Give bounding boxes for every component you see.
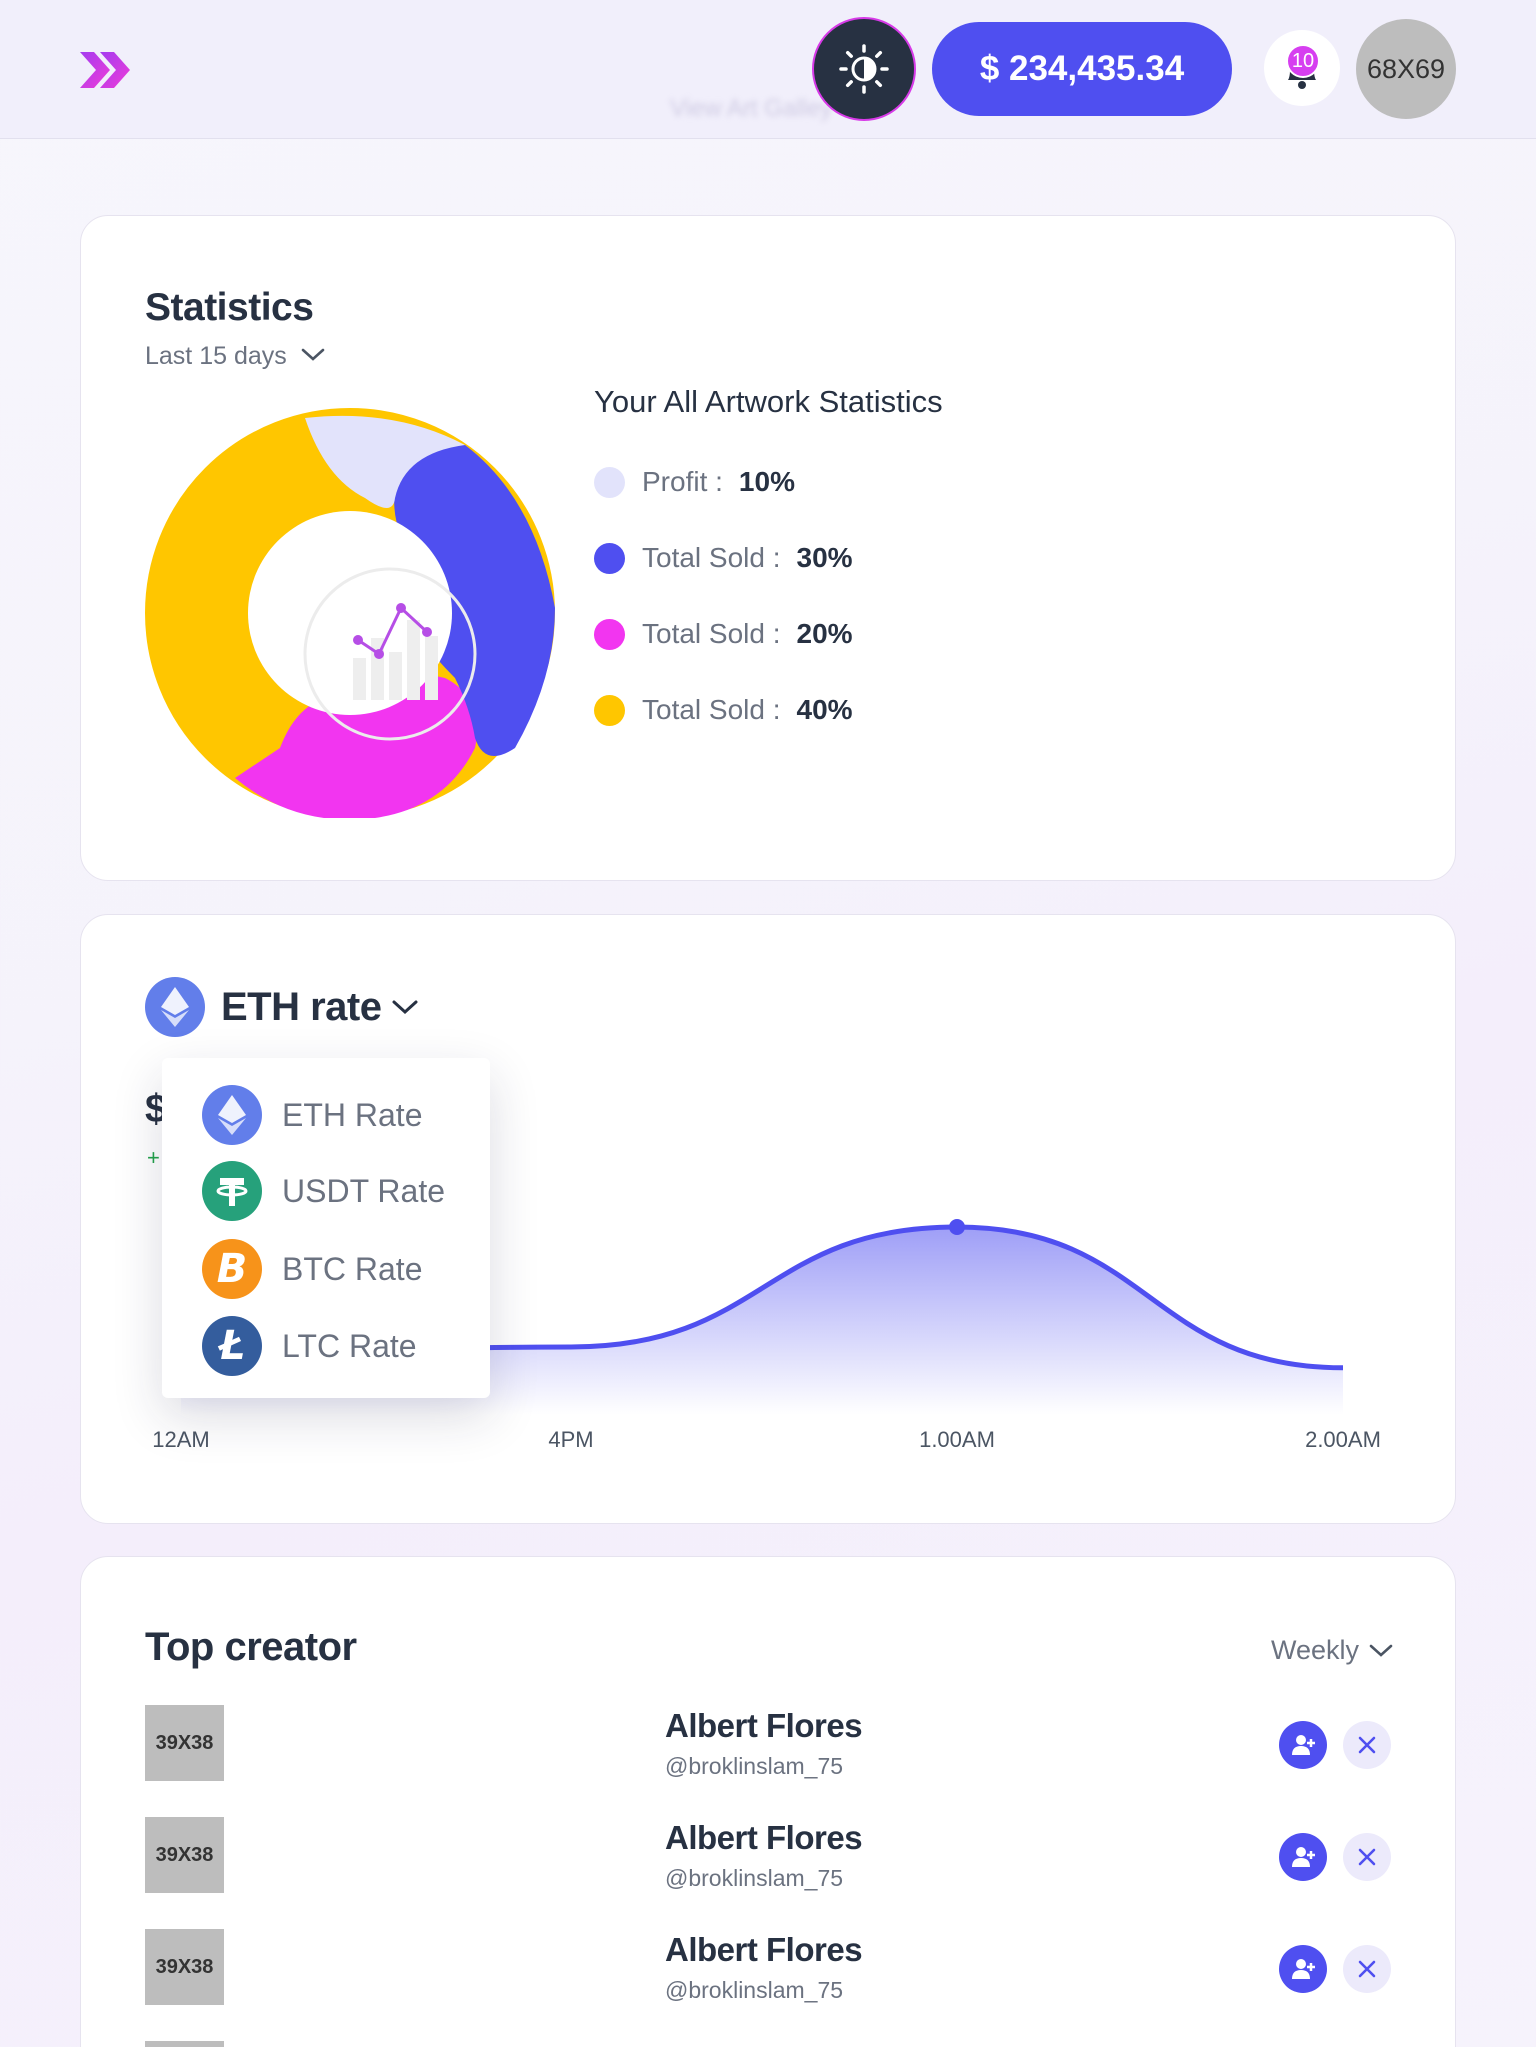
legend-value: 30% (796, 542, 853, 573)
legend-dot (594, 542, 625, 574)
rate-selector-button[interactable]: ETH rate (145, 977, 420, 1037)
legend-label: Total Sold : (642, 694, 781, 725)
period-dropdown[interactable]: Weekly (1271, 1635, 1395, 1666)
dropdown-label: LTC Rate (282, 1327, 417, 1364)
legend-label: Profit : (642, 466, 723, 497)
notifications-button[interactable]: 10 (1264, 30, 1340, 106)
close-icon (1358, 1736, 1376, 1754)
ethereum-icon (202, 1085, 262, 1145)
legend-title: Your All Artwork Statistics (594, 384, 943, 419)
legend-item-profit: Profit : 10% (594, 464, 795, 500)
statistics-title: Statistics (145, 286, 314, 329)
dropdown-item-ltc[interactable]: Ł LTC Rate (202, 1315, 417, 1377)
range-label: Last 15 days (145, 342, 287, 370)
creator-handle: @broklinslam_75 (665, 1753, 844, 1779)
creator-name[interactable]: Albert Flores (665, 1819, 863, 1857)
creator-thumbnail[interactable] (145, 2041, 224, 2047)
add-user-icon (1292, 1847, 1315, 1867)
creator-row: 39X38 Albert Flores @broklinslam_75 (145, 1817, 1395, 1895)
legend-item-sold-pink: Total Sold : 20% (594, 616, 853, 652)
x-axis-tick-label: 12AM (152, 1427, 209, 1452)
follow-button[interactable] (1279, 1945, 1327, 1993)
x-axis-tick-label: 2.00AM (1305, 1427, 1381, 1452)
creator-handle: @broklinslam_75 (665, 1865, 844, 1891)
follow-button[interactable] (1279, 1833, 1327, 1881)
chevron-down-icon (1369, 1644, 1393, 1657)
bitcoin-icon: B (202, 1239, 262, 1299)
dropdown-item-usdt[interactable]: USDT Rate (202, 1160, 445, 1222)
dismiss-button[interactable] (1343, 1945, 1391, 1993)
add-user-icon (1292, 1735, 1315, 1755)
dropdown-label: USDT Rate (282, 1172, 446, 1209)
dropdown-item-btc[interactable]: B BTC Rate (202, 1238, 422, 1300)
creator-name[interactable]: Albert Flores (665, 1931, 863, 1969)
wallet-balance-button[interactable]: $ 234,435.34 (932, 22, 1232, 116)
rate-dropdown-menu: ETH Rate USDT Rate B BTC Rate Ł LTC Rate (162, 1058, 490, 1398)
chart-highlight-point (949, 1219, 965, 1235)
legend-label: Total Sold : (642, 618, 781, 649)
creator-row: 39X38 Albert Flores @broklinslam_75 (145, 1929, 1395, 2007)
period-label: Weekly (1270, 1635, 1359, 1665)
x-axis-tick-label: 1.00AM (919, 1427, 995, 1452)
top-creator-title: Top creator (145, 1625, 357, 1669)
litecoin-icon: Ł (202, 1316, 262, 1376)
creator-thumbnail[interactable]: 39X38 (145, 1929, 224, 2005)
legend-label: Total Sold : (642, 542, 781, 573)
add-user-icon (1292, 1959, 1315, 1979)
creator-name[interactable]: Albert Flores (665, 1707, 863, 1745)
theme-toggle-button[interactable] (812, 17, 916, 121)
user-avatar[interactable]: 68X69 (1356, 19, 1456, 119)
sun-icon (839, 44, 889, 94)
legend-item-sold-blue: Total Sold : 30% (594, 540, 853, 576)
dropdown-item-eth[interactable]: ETH Rate (202, 1084, 422, 1146)
legend-dot (594, 618, 625, 650)
legend-dot (594, 694, 625, 726)
dropdown-label: BTC Rate (282, 1250, 423, 1287)
close-icon (1358, 1848, 1376, 1866)
creator-thumbnail[interactable]: 39X38 (145, 1705, 224, 1781)
header-hint-text: View Art Galley (670, 95, 833, 122)
x-axis-tick-label: 4PM (548, 1427, 593, 1452)
dismiss-button[interactable] (1343, 1833, 1391, 1881)
notification-count-badge: 10 (1286, 44, 1320, 78)
eth-rate-card: 12AM 4PM 1.00AM 2.00AM $ + ETH rate ETH Rat… (80, 914, 1456, 1524)
chevron-down-icon (392, 1000, 417, 1015)
range-dropdown[interactable]: Last 15 days (145, 342, 326, 371)
dismiss-button[interactable] (1343, 1721, 1391, 1769)
creator-handle: @broklinslam_75 (665, 1977, 844, 2003)
legend-value: 20% (796, 618, 853, 649)
creator-row: 39X38 Albert Flores @broklinslam_75 (145, 1705, 1395, 1783)
legend-value: 10% (738, 466, 795, 497)
legend-item-sold-yellow: Total Sold : 40% (594, 692, 853, 728)
tether-icon (202, 1161, 262, 1221)
statistics-card: Statistics Last 15 days Your All Artwork… (80, 215, 1456, 881)
rate-title: ETH rate (221, 984, 382, 1029)
close-icon (1358, 1960, 1376, 1978)
statistics-donut-chart (145, 408, 555, 818)
top-creator-card: Top creator Weekly 39X38 Albert Flores @… (80, 1556, 1456, 2047)
double-chevron-right-icon[interactable] (78, 50, 132, 90)
legend-value: 40% (796, 694, 853, 725)
creator-row-partial (145, 2041, 1395, 2047)
rate-change: + (147, 1145, 160, 1170)
top-bar: View Art Galley $ 234,435.34 10 68X69 (0, 0, 1536, 139)
dropdown-label: ETH Rate (282, 1096, 423, 1133)
legend-dot (594, 466, 625, 498)
creator-thumbnail[interactable]: 39X38 (145, 1817, 224, 1893)
ethereum-icon (145, 977, 205, 1037)
chevron-down-icon (301, 348, 325, 361)
follow-button[interactable] (1279, 1721, 1327, 1769)
